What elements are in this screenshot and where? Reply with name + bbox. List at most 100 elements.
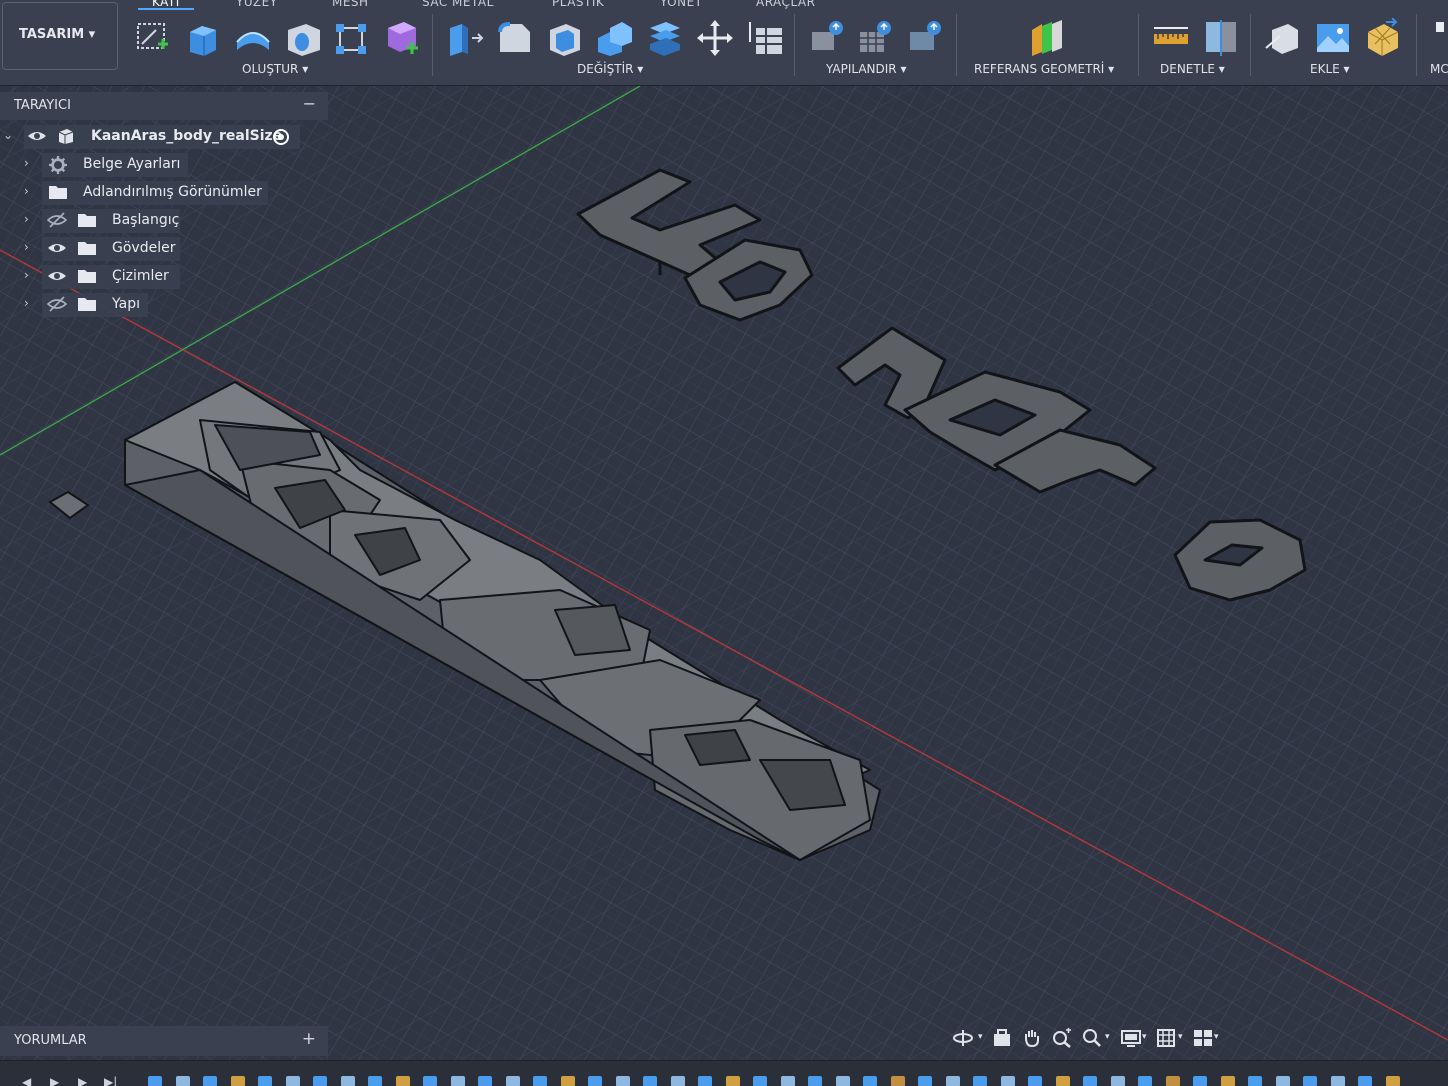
timeline-feature-item[interactable] (1358, 1076, 1372, 1086)
timeline-feature-item[interactable] (368, 1076, 382, 1086)
select-group-label[interactable]: MC (1430, 62, 1448, 76)
timeline-feature-item[interactable] (203, 1076, 217, 1086)
assemble-new-component-icon[interactable] (808, 18, 846, 58)
timeline-feature-item[interactable] (285, 1076, 300, 1086)
timeline-feature-item[interactable] (615, 1076, 630, 1086)
insert-group-label[interactable]: EKLE ▾ (1310, 62, 1350, 76)
plus-icon[interactable]: + (302, 1029, 316, 1049)
combine-icon[interactable] (596, 18, 634, 58)
construct-group-label[interactable]: REFERANS GEOMETRİ ▾ (974, 62, 1114, 76)
timeline-feature-item[interactable] (725, 1076, 740, 1086)
browser-item-bodies[interactable]: › Gövdeler (0, 237, 190, 261)
insert-mesh-icon[interactable] (1364, 18, 1402, 58)
timeline-feature-item[interactable] (588, 1076, 602, 1086)
chevron-right-icon[interactable]: › (24, 184, 29, 198)
timeline-feature-item[interactable] (533, 1076, 547, 1086)
comments-panel-header[interactable]: YORUMLAR + (0, 1026, 328, 1056)
timeline-feature-item[interactable] (478, 1076, 492, 1086)
timeline-step-forward-icon[interactable]: ▶ (78, 1075, 87, 1086)
eye-icon[interactable] (47, 240, 67, 256)
viewport-canvas[interactable] (0, 86, 1448, 1086)
browser-panel-header[interactable]: TARAYICI − (0, 92, 328, 120)
tab-surface[interactable]: YÜZEY (236, 0, 278, 9)
section-analysis-icon[interactable] (1202, 18, 1240, 58)
chevron-right-icon[interactable]: › (24, 240, 29, 254)
offset-plane-icon[interactable] (1028, 18, 1066, 58)
chevron-down-icon[interactable]: ▾ (1105, 1032, 1110, 1042)
configure-rule-icon[interactable] (906, 18, 944, 58)
browser-item-named-views[interactable]: › Adlandırılmış Görünümler (0, 181, 270, 205)
timeline-feature-item[interactable] (1138, 1076, 1152, 1086)
timeline-feature-item[interactable] (1193, 1076, 1207, 1086)
measure-icon[interactable] (1152, 18, 1190, 58)
timeline-feature-item[interactable] (890, 1076, 905, 1086)
timeline-feature-item[interactable] (1220, 1076, 1235, 1086)
timeline-feature-item[interactable] (175, 1076, 190, 1086)
timeline-feature-item[interactable] (1303, 1076, 1317, 1086)
viewports-icon[interactable] (1192, 1028, 1214, 1048)
eye-hidden-icon[interactable] (47, 296, 67, 312)
hole-icon[interactable] (284, 18, 322, 58)
tab-manage[interactable]: YÖNET (660, 0, 703, 9)
split-body-icon[interactable] (646, 18, 684, 58)
timeline-feature-item[interactable] (670, 1076, 685, 1086)
tab-sheet-metal[interactable]: SAC METAL (422, 0, 494, 9)
pan-icon[interactable] (1022, 1028, 1042, 1048)
timeline-feature-item[interactable] (973, 1076, 987, 1086)
inspect-group-label[interactable]: DENETLE ▾ (1160, 62, 1225, 76)
timeline-feature-item[interactable] (1385, 1076, 1400, 1086)
timeline-feature-item[interactable] (945, 1076, 960, 1086)
timeline-feature-item[interactable] (230, 1076, 245, 1086)
timeline-feature-item[interactable] (780, 1076, 795, 1086)
timeline-feature-item[interactable] (643, 1076, 657, 1086)
create-form-icon[interactable] (382, 18, 420, 58)
timeline-feature-item[interactable] (1110, 1076, 1125, 1086)
timeline-rewind-icon[interactable]: ◀ (22, 1075, 31, 1086)
tab-plastic[interactable]: PLASTİK (552, 0, 604, 9)
eye-hidden-icon[interactable] (47, 212, 67, 228)
timeline-feature-item[interactable] (918, 1076, 932, 1086)
chevron-right-icon[interactable]: › (24, 156, 29, 170)
chevron-right-icon[interactable]: › (24, 296, 29, 310)
shell-icon[interactable] (546, 18, 584, 58)
change-parameters-icon[interactable] (746, 18, 784, 58)
timeline-feature-item[interactable] (505, 1076, 520, 1086)
tab-mesh[interactable]: MESH (332, 0, 369, 9)
display-settings-icon[interactable] (1120, 1028, 1142, 1048)
chevron-down-icon[interactable]: ▾ (1178, 1032, 1183, 1042)
modify-group-label[interactable]: DEĞİŞTİR ▾ (577, 62, 643, 76)
eye-icon[interactable] (27, 128, 47, 144)
timeline-feature-item[interactable] (258, 1076, 272, 1086)
insert-derive-icon[interactable] (1264, 18, 1302, 58)
timeline-feature-item[interactable] (1055, 1076, 1070, 1086)
look-at-icon[interactable] (992, 1028, 1012, 1048)
timeline-feature-item[interactable] (313, 1076, 327, 1086)
workspace-switcher[interactable]: TASARIM ▾ (2, 2, 118, 70)
timeline[interactable]: ◀ ▶ ▶ ▶| (0, 1060, 1448, 1086)
timeline-feature-item[interactable] (1165, 1076, 1180, 1086)
insert-canvas-icon[interactable] (1314, 18, 1352, 58)
canvas-viewport[interactable] (0, 86, 1448, 1086)
timeline-feature-item[interactable] (863, 1076, 877, 1086)
timeline-feature-item[interactable] (395, 1076, 410, 1086)
timeline-feature-item[interactable] (340, 1076, 355, 1086)
browser-item-sketches[interactable]: › Çizimler (0, 265, 190, 289)
timeline-feature-item[interactable] (698, 1076, 712, 1086)
zoom-icon[interactable] (1082, 1028, 1102, 1048)
fillet-icon[interactable] (496, 18, 534, 58)
timeline-end-icon[interactable]: ▶| (104, 1075, 117, 1086)
browser-item-origin[interactable]: › Başlangıç (0, 209, 190, 233)
timeline-feature-item[interactable] (1275, 1076, 1290, 1086)
timeline-feature-item[interactable] (753, 1076, 767, 1086)
browser-item-document-settings[interactable]: › Belge Ayarları (0, 153, 200, 177)
create-sketch-icon[interactable] (134, 18, 172, 58)
grid-icon[interactable] (1156, 1028, 1176, 1048)
timeline-feature-item[interactable] (560, 1076, 575, 1086)
minus-icon[interactable]: − (303, 94, 316, 113)
chevron-down-icon[interactable]: ▾ (1214, 1032, 1219, 1042)
timeline-play-icon[interactable]: ▶ (50, 1075, 59, 1086)
timeline-feature-item[interactable] (1028, 1076, 1042, 1086)
configure-table-icon[interactable] (856, 18, 894, 58)
timeline-feature-item[interactable] (423, 1076, 437, 1086)
timeline-feature-item[interactable] (1248, 1076, 1262, 1086)
